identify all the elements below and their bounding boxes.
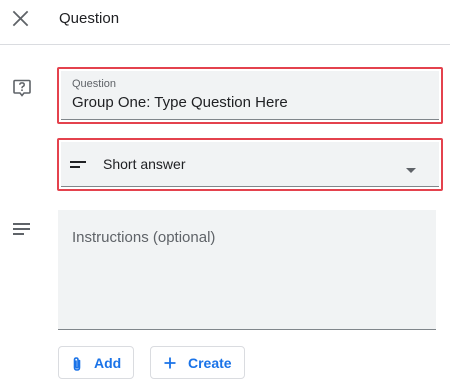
instructions-placeholder: Instructions (optional) xyxy=(72,229,216,246)
plus-icon xyxy=(163,356,177,375)
answer-type-highlight-box xyxy=(57,138,443,191)
close-button[interactable] xyxy=(8,6,34,32)
top-bar: Question xyxy=(0,0,450,45)
notes-lines-icon xyxy=(11,220,33,238)
create-button[interactable]: Create xyxy=(150,346,245,379)
question-highlight-box xyxy=(57,67,443,124)
question-box-icon xyxy=(12,78,32,98)
close-icon[interactable] xyxy=(8,6,34,32)
add-button-label: Add xyxy=(94,355,122,371)
create-button-label: Create xyxy=(188,355,232,371)
page-title: Question xyxy=(59,10,120,27)
instructions-field[interactable]: Instructions (optional) xyxy=(58,210,436,330)
add-button[interactable]: Add xyxy=(58,346,134,379)
paperclip-icon xyxy=(71,356,83,377)
